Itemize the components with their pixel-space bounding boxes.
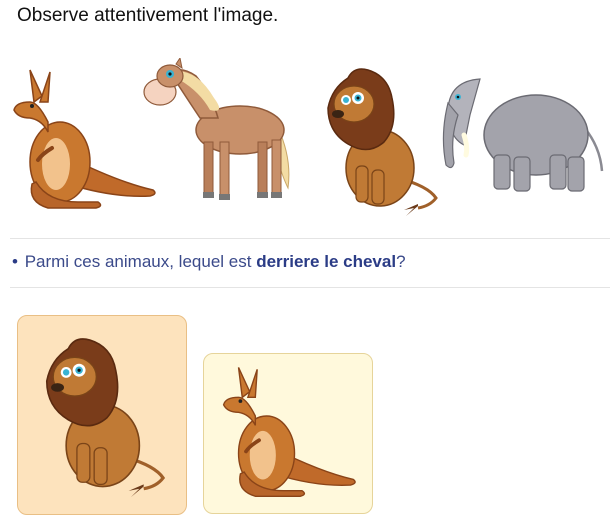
- kangaroo-icon: [13, 69, 156, 209]
- bullet: •: [12, 252, 18, 271]
- top-divider: [10, 238, 610, 239]
- choice-kangaroo-button[interactable]: [203, 353, 373, 514]
- kangaroo-icon: [222, 367, 356, 497]
- animals-scene: [0, 50, 612, 230]
- question-prefix: Parmi ces animaux, lequel est: [24, 252, 257, 271]
- horse-icon: [143, 58, 290, 200]
- question-emphasis: derriere le cheval: [256, 252, 397, 271]
- question-suffix: ?: [396, 252, 406, 271]
- elephant-icon: [442, 78, 604, 192]
- instruction-text: Observe attentivement l'image.: [17, 5, 279, 26]
- question-text: • Parmi ces animaux, lequel est derriere…: [12, 252, 406, 272]
- choice-lion-button[interactable]: [17, 315, 187, 515]
- bottom-divider: [10, 287, 610, 288]
- lion-icon: [327, 68, 438, 216]
- lion-icon: [45, 338, 166, 498]
